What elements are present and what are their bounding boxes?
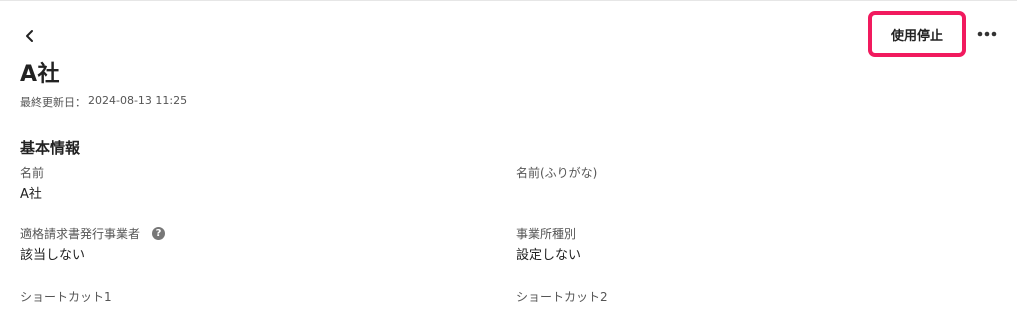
chevron-left-icon	[26, 30, 33, 42]
top-divider	[0, 0, 1017, 1]
name-label: 名前	[20, 166, 45, 180]
name-value: A社	[20, 187, 42, 202]
section-title-basic-info: 基本情報	[20, 139, 81, 157]
name-kana-label: 名前(ふりがな)	[516, 166, 598, 180]
last-updated-value: 2024-08-13 11:25	[88, 94, 188, 107]
back-button[interactable]	[18, 24, 42, 48]
last-updated-label: 最終更新日：	[20, 96, 86, 109]
office-type-label: 事業所種別	[516, 227, 577, 241]
invoice-issuer-label: 適格請求書発行事業者 ?	[20, 225, 166, 242]
more-horizontal-icon	[977, 31, 997, 37]
shortcut2-label: ショートカット2	[516, 290, 608, 304]
office-type-value: 設定しない	[516, 248, 582, 263]
stop-use-button[interactable]: 使用停止	[868, 11, 966, 57]
page-title: A社	[20, 62, 61, 87]
shortcut1-label: ショートカット1	[20, 290, 112, 304]
help-icon[interactable]: ?	[152, 227, 166, 240]
last-updated: 最終更新日： 2024-08-13 11:25	[20, 94, 187, 110]
invoice-issuer-value: 該当しない	[20, 248, 86, 263]
more-options-button[interactable]	[972, 22, 1002, 46]
invoice-issuer-label-text: 適格請求書発行事業者	[20, 227, 141, 241]
